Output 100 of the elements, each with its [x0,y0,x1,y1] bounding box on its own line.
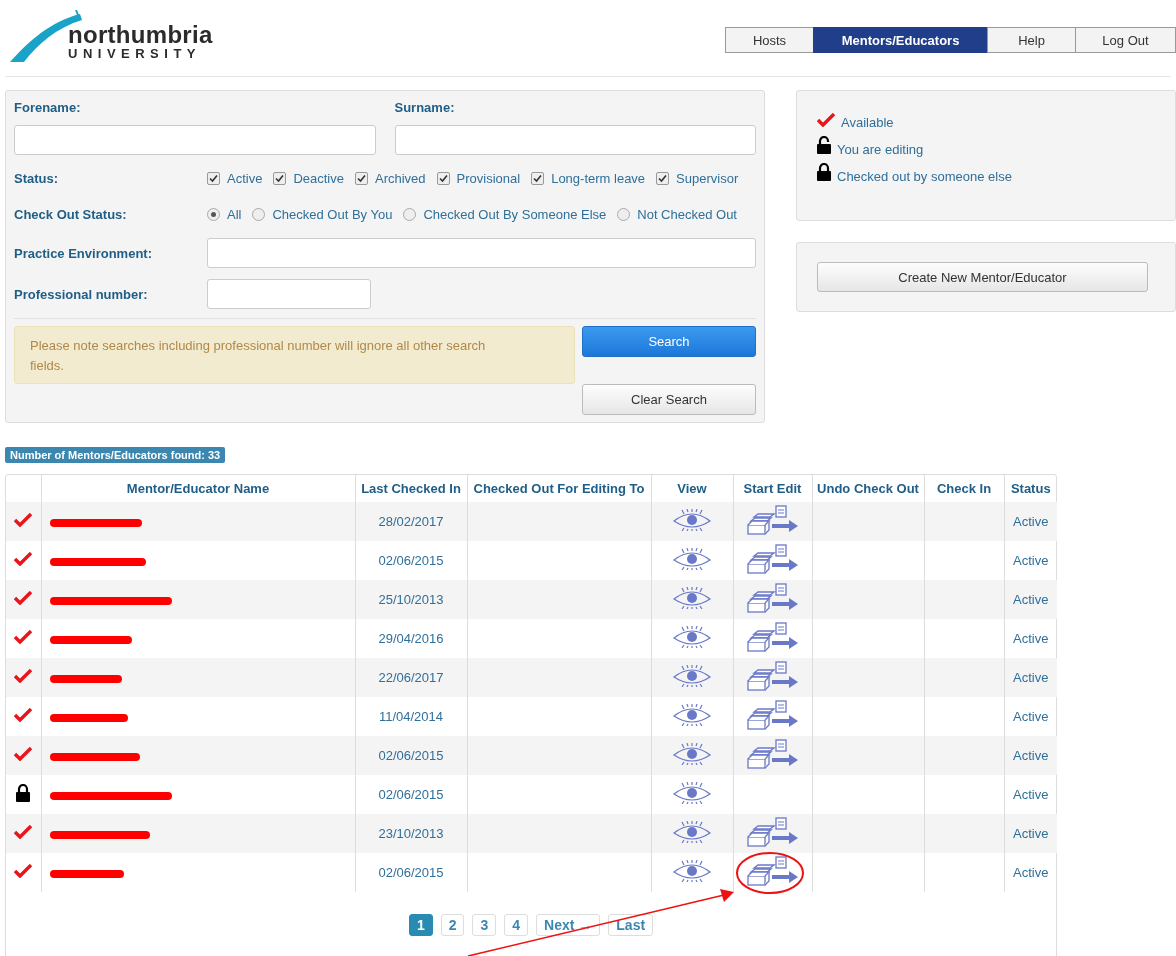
field-label: Forename: [14,100,82,115]
status-text: Active [1013,748,1049,763]
status-text: Active [1013,709,1049,724]
column-header: Check In [936,481,992,496]
field-label: Practice Environment: [14,245,153,261]
input-field[interactable] [14,125,376,155]
eye-icon[interactable] [672,860,712,882]
checkbox[interactable] [656,172,670,185]
page-link[interactable]: 3 [472,914,497,936]
table-cell: 29/04/2016 [378,631,444,646]
status-text: Active [1013,553,1049,568]
option-label: Checked Out By You [272,207,393,222]
clear-search-button[interactable]: Clear Search [582,384,756,415]
university-logo: northumbria UNIVERSITY [10,10,213,62]
input-field[interactable] [207,238,756,268]
drawer-arrow-icon[interactable] [745,739,800,769]
page-link[interactable]: 4 [504,914,529,936]
drawer-arrow-icon[interactable] [745,700,800,730]
option-label: Checked Out By Someone Else [423,207,607,222]
drawer-arrow-icon[interactable] [745,583,800,613]
highlight-circle [736,852,804,894]
nav-tab[interactable]: Log Out [1075,27,1176,53]
table-cell: 25/10/2013 [378,592,444,607]
radio-button[interactable] [207,208,220,221]
page-link[interactable]: 2 [440,914,465,936]
nav-tab[interactable]: Hosts [725,27,814,53]
status-text: Active [1013,670,1049,685]
option-label: Supervisor [676,171,739,186]
search-button[interactable]: Search [582,326,756,357]
eye-icon[interactable] [672,782,712,804]
eye-icon[interactable] [672,665,712,687]
column-header: Mentor/Educator Name [126,481,270,496]
option-label: Archived [375,171,426,186]
unlocked-padlock-icon [817,136,831,154]
column-header: Undo Check Out [817,481,919,496]
padlock-icon [817,163,831,181]
table-cell: 02/06/2015 [378,553,444,568]
radio-button[interactable] [617,208,631,221]
table-cell: 02/06/2015 [378,748,444,763]
option-label: Not Checked Out [637,207,737,222]
legend-label: You are editing [837,142,924,157]
page-link[interactable]: 1 [408,914,433,936]
radio-button[interactable] [252,208,266,221]
legend-label: Checked out by someone else [837,169,1012,184]
eye-icon[interactable] [672,743,712,765]
eye-icon[interactable] [672,821,712,843]
table-cell: 02/06/2015 [378,787,444,802]
eye-icon[interactable] [672,587,712,609]
checkbox[interactable] [355,172,368,185]
field-label: Professional number: [14,286,149,302]
option-label: Provisional [456,171,521,186]
drawer-arrow-icon[interactable] [745,622,800,652]
option-label: Long-term leave [551,171,646,186]
table-cell: 02/06/2015 [378,865,444,880]
column-header: Last Checked In [361,481,461,496]
nav-tab[interactable]: Mentors/Educators [813,27,988,53]
table-cell: 11/04/2014 [378,709,444,724]
next-page-link[interactable]: Next → [536,914,601,936]
status-text: Active [1013,826,1049,841]
drawer-arrow-icon[interactable] [745,505,800,535]
status-text: Active [1013,592,1049,607]
eye-icon[interactable] [672,704,712,726]
table-cell: 23/10/2013 [378,826,444,841]
input-field[interactable] [394,125,756,155]
checkbox[interactable] [207,172,220,185]
info-note: Please note searches including professional number will ignore all other search fields. [14,326,575,384]
input-field[interactable] [207,279,371,309]
status-text: Active [1013,865,1049,880]
eye-icon[interactable] [672,548,712,570]
eye-icon[interactable] [672,509,712,531]
drawer-arrow-icon[interactable] [745,856,800,886]
field-label: Surname: [394,100,456,115]
checkbox[interactable] [531,172,545,185]
option-label: Active [227,171,263,186]
status-text: Active [1013,514,1049,529]
radio-button[interactable] [403,208,417,221]
drawer-arrow-icon[interactable] [745,661,800,691]
last-page-link[interactable]: Last [608,914,654,936]
table-cell: 22/06/2017 [378,670,444,685]
field-label: Status: [14,171,60,186]
checkbox[interactable] [436,172,450,185]
column-header: Status [1010,481,1051,496]
legend-label: Available [841,115,894,130]
column-header: Start Edit [743,481,802,496]
column-header: Checked Out For Editing To [473,481,645,496]
table-cell: 28/02/2017 [378,514,444,529]
option-label: Deactive [293,171,344,186]
eye-icon[interactable] [672,626,712,648]
result-count-badge: Number of Mentors/Educators found: 33 [5,447,226,463]
field-label: Check Out Status: [14,207,128,222]
checkbox[interactable] [273,172,287,185]
option-label: All [227,207,242,222]
column-header: View [677,481,707,496]
create-button[interactable]: Create New Mentor/Educator [817,262,1148,292]
drawer-arrow-icon[interactable] [745,544,800,574]
status-text: Active [1013,787,1049,802]
drawer-arrow-icon[interactable] [745,817,800,847]
status-text: Active [1013,631,1049,646]
checkmark-icon [817,113,835,127]
nav-tab[interactable]: Help [987,27,1076,53]
